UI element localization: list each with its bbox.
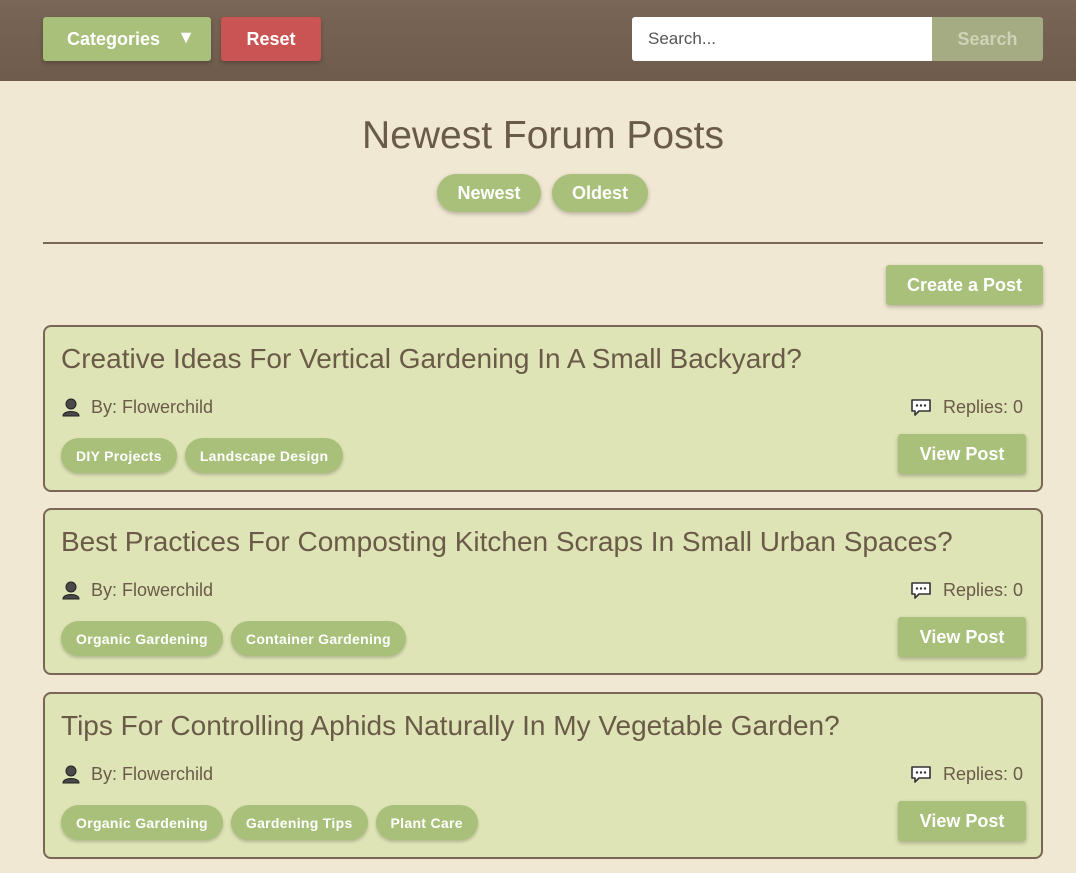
post-card: Best Practices For Composting Kitchen Sc… (43, 508, 1043, 675)
caret-down-icon: ▼ (177, 27, 195, 47)
view-post-button[interactable]: View Post (898, 434, 1026, 474)
tag[interactable]: DIY Projects (61, 438, 177, 473)
post-author: By: Flowerchild (91, 764, 214, 784)
sort-newest-button[interactable]: Newest (437, 174, 541, 212)
page-title: Newest Forum Posts (362, 114, 724, 157)
tag[interactable]: Container Gardening (230, 621, 406, 656)
person-icon (62, 765, 80, 784)
tag[interactable]: Organic Gardening (61, 621, 223, 656)
speech-bubble-icon (911, 766, 931, 783)
tag-list: Organic Gardening Container Gardening (61, 621, 406, 656)
tag[interactable]: Landscape Design (184, 438, 344, 473)
tag-list: Organic Gardening Gardening Tips Plant C… (61, 805, 478, 840)
top-navigation-bar: Categories ▼ Reset Search (0, 0, 1076, 81)
post-title: Tips For Controlling Aphids Naturally In… (61, 710, 840, 741)
sort-oldest-button[interactable]: Oldest (552, 174, 648, 212)
tag[interactable]: Organic Gardening (61, 805, 223, 840)
reply-count: Replies: 0 (943, 580, 1024, 600)
create-post-button[interactable]: Create a Post (886, 265, 1043, 305)
divider (43, 242, 1043, 244)
post-card: Creative Ideas For Vertical Gardening In… (43, 325, 1043, 492)
search-button[interactable]: Search (932, 17, 1043, 61)
post-author: By: Flowerchild (91, 397, 214, 417)
reset-button[interactable]: Reset (221, 17, 321, 61)
reply-count: Replies: 0 (943, 764, 1024, 784)
post-card: Tips For Controlling Aphids Naturally In… (43, 692, 1043, 859)
speech-bubble-icon (911, 399, 931, 416)
person-icon (62, 398, 80, 417)
person-icon (62, 581, 80, 600)
categories-dropdown-button[interactable]: Categories ▼ (43, 17, 211, 61)
post-author: By: Flowerchild (91, 580, 214, 600)
view-post-button[interactable]: View Post (898, 801, 1026, 841)
post-title: Creative Ideas For Vertical Gardening In… (61, 343, 802, 374)
search-input[interactable] (632, 17, 932, 61)
reply-count: Replies: 0 (943, 397, 1024, 417)
tag[interactable]: Plant Care (375, 805, 478, 840)
speech-bubble-icon (911, 582, 931, 599)
tag[interactable]: Gardening Tips (230, 805, 368, 840)
view-post-button[interactable]: View Post (898, 617, 1026, 657)
post-title: Best Practices For Composting Kitchen Sc… (61, 526, 953, 557)
tag-list: DIY Projects Landscape Design (61, 438, 344, 473)
categories-label: Categories (67, 28, 161, 49)
